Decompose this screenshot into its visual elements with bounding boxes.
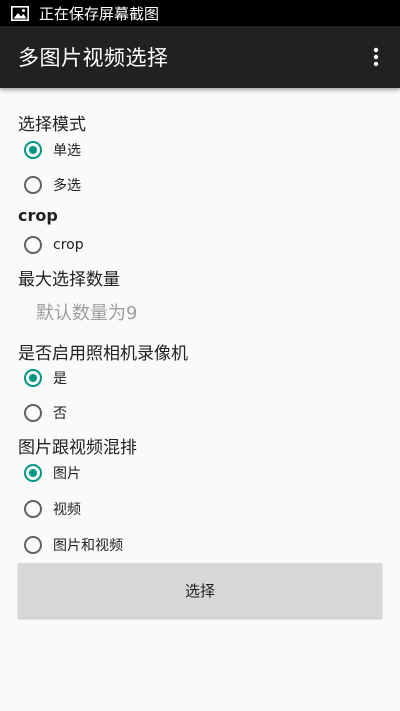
radio-label: 图片	[53, 466, 81, 482]
radio-label: 图片和视频	[53, 538, 123, 554]
crop-section-title: crop	[18, 206, 58, 225]
radio-mode-multiple[interactable]: 多选	[24, 170, 81, 200]
radio-label: crop	[53, 237, 84, 253]
radio-mode-single[interactable]: 单选	[24, 135, 81, 165]
max-count-input[interactable]: 默认数量为9	[36, 299, 137, 325]
radio-camera-no[interactable]: 否	[24, 398, 67, 428]
radio-button-checked[interactable]	[24, 464, 42, 482]
mix-section-title: 图片跟视频混排	[18, 438, 137, 458]
page-title: 多图片视频选择	[18, 46, 169, 70]
radio-button-checked[interactable]	[24, 369, 42, 387]
radio-label: 多选	[53, 178, 81, 194]
radio-button[interactable]	[24, 500, 42, 518]
radio-mix-image[interactable]: 图片	[24, 458, 81, 488]
mode-section-title: 选择模式	[18, 115, 86, 135]
app-bar: 多图片视频选择	[0, 26, 400, 88]
camera-section-title: 是否启用照相机录像机	[18, 344, 188, 364]
radio-button[interactable]	[24, 536, 42, 554]
image-icon	[11, 5, 29, 21]
status-bar: 正在保存屏幕截图	[0, 0, 400, 26]
radio-button-checked[interactable]	[24, 141, 42, 159]
status-text: 正在保存屏幕截图	[39, 4, 160, 23]
radio-mix-video[interactable]: 视频	[24, 494, 81, 524]
radio-label: 视频	[53, 502, 81, 518]
radio-mix-both[interactable]: 图片和视频	[24, 530, 123, 560]
radio-camera-yes[interactable]: 是	[24, 363, 67, 393]
radio-label: 单选	[53, 143, 81, 159]
radio-button[interactable]	[24, 236, 42, 254]
radio-crop[interactable]: crop	[24, 230, 84, 260]
select-button[interactable]: 选择	[18, 563, 382, 618]
radio-button[interactable]	[24, 176, 42, 194]
radio-label: 是	[53, 371, 67, 387]
radio-label: 否	[53, 406, 67, 422]
radio-button[interactable]	[24, 404, 42, 422]
more-vert-icon[interactable]	[356, 29, 396, 85]
max-count-section-title: 最大选择数量	[18, 270, 120, 290]
